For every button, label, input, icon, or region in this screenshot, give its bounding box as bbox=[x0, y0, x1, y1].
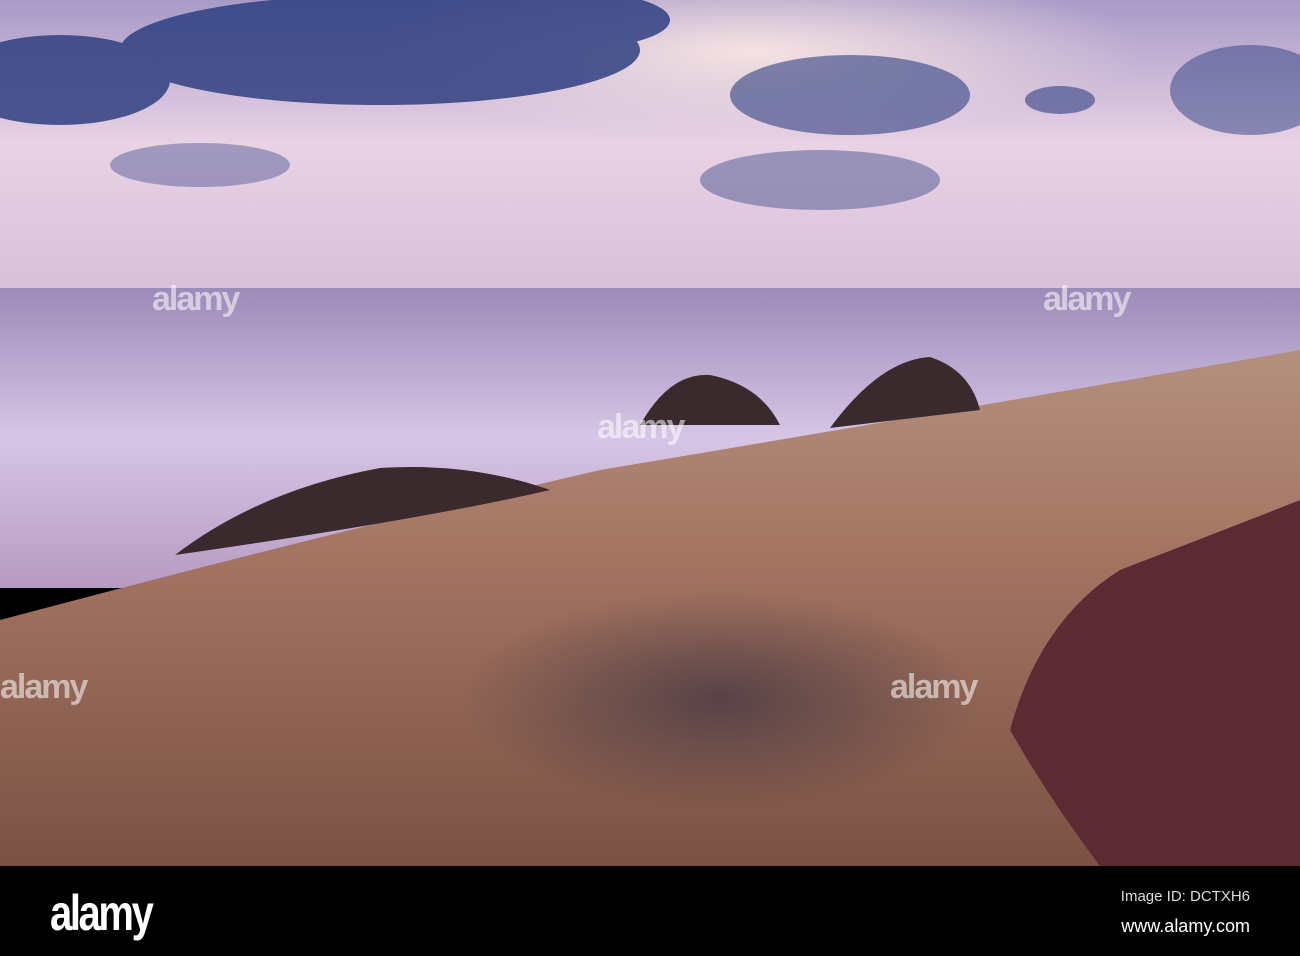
stock-photo-page: alamy alamy alamy alamy alamy alamy Imag… bbox=[0, 0, 1300, 956]
watermark-text: alamy bbox=[597, 408, 685, 446]
watermark-text: alamy bbox=[152, 280, 240, 318]
watermark-text: alamy bbox=[0, 668, 88, 706]
watermark-text: alamy bbox=[890, 668, 978, 706]
image-id-label: Image ID: DCTXH6 bbox=[1120, 888, 1250, 905]
footer-bar: alamy Image ID: DCTXH6 www.alamy.com bbox=[0, 866, 1300, 956]
alamy-logo: alamy bbox=[50, 885, 154, 941]
website-link[interactable]: www.alamy.com bbox=[1121, 916, 1250, 937]
watermark-text: alamy bbox=[1043, 280, 1131, 318]
